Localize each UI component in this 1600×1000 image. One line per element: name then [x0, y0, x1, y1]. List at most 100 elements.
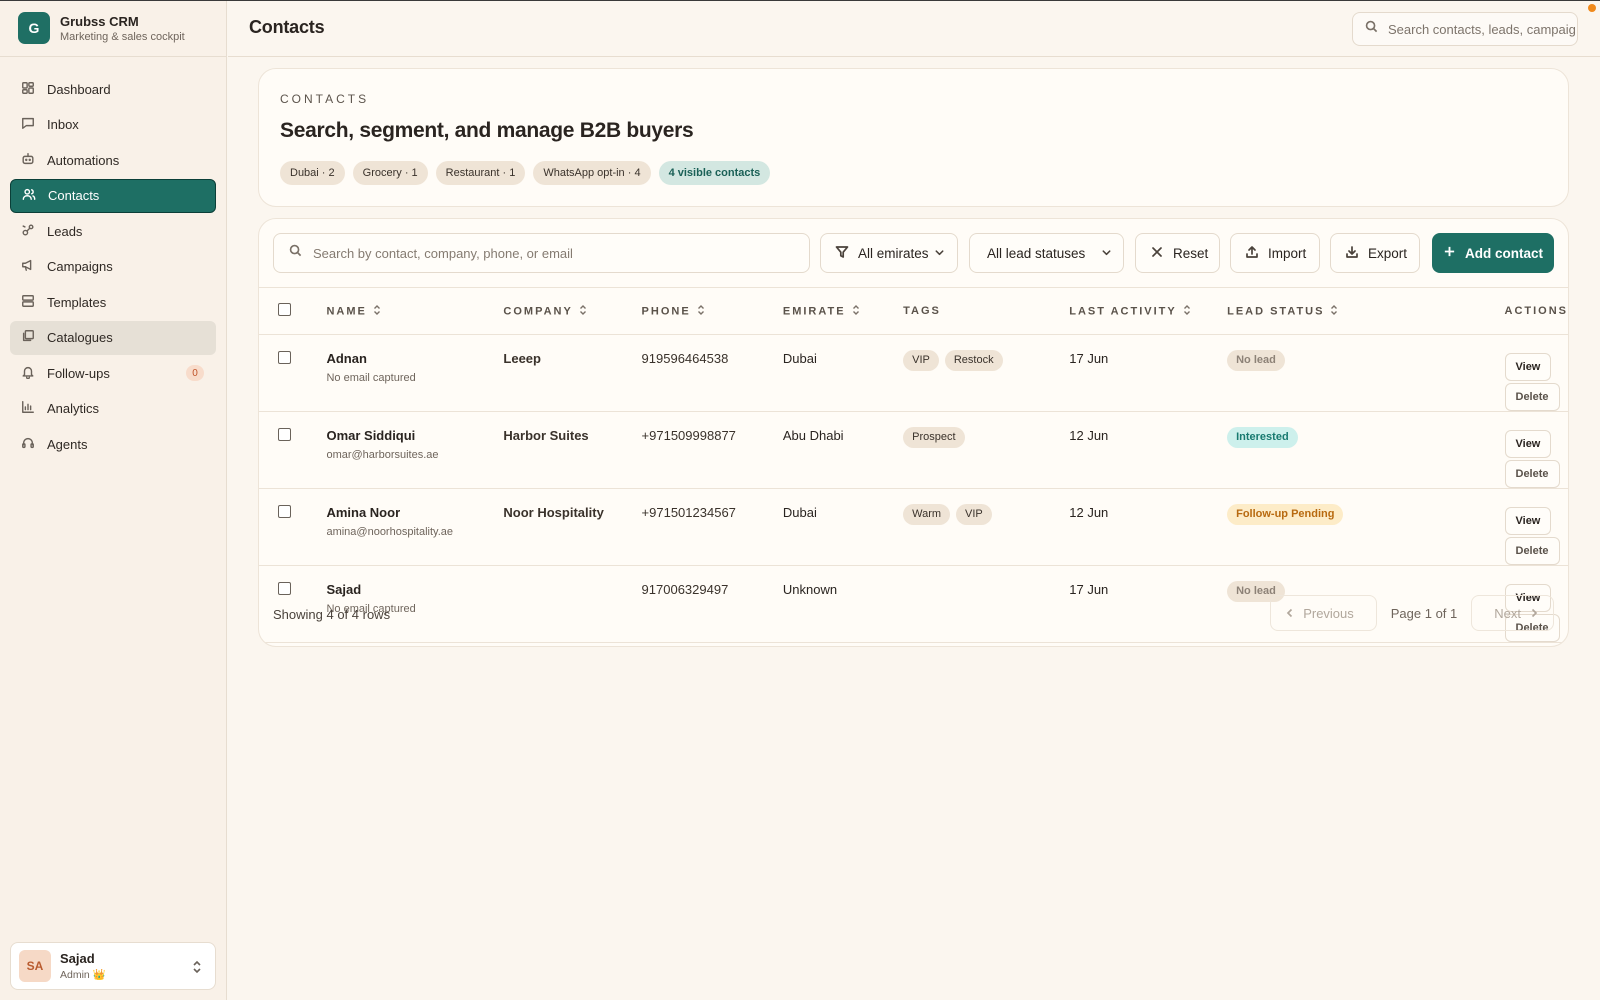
segment-chip[interactable]: Dubai · 2 — [280, 161, 345, 185]
header-label: ACTIONS — [1504, 305, 1568, 317]
import-button[interactable]: Import — [1230, 233, 1320, 273]
row-count-text: Showing 4 of 4 rows — [273, 607, 391, 622]
row-checkbox[interactable] — [278, 351, 291, 364]
reset-button[interactable]: Reset — [1135, 233, 1220, 273]
column-header-last-activity[interactable]: LAST ACTIVITY — [1069, 288, 1227, 335]
chevron-up-down-icon — [191, 959, 203, 980]
column-header-company[interactable]: COMPANY — [503, 288, 641, 335]
previous-page-button[interactable]: Previous — [1270, 595, 1377, 631]
segment-chip[interactable]: WhatsApp opt-in · 4 — [533, 161, 651, 185]
select-all-checkbox[interactable] — [278, 303, 291, 316]
sidebar-item-label: Automations — [47, 152, 120, 168]
add-contact-button[interactable]: Add contact — [1432, 233, 1554, 273]
topbar: Contacts — [228, 0, 1600, 57]
sidebar-item-label: Leads — [47, 223, 83, 239]
delete-button[interactable]: Delete — [1504, 537, 1560, 565]
sidebar-item-label: Campaigns — [47, 259, 113, 274]
global-search[interactable] — [1352, 12, 1578, 46]
contact-email: omar@harborsuites.ae — [326, 449, 439, 461]
tag-badge: Prospect — [903, 427, 965, 448]
upload-icon — [1245, 245, 1259, 262]
sidebar-item-agents[interactable]: Agents — [10, 427, 216, 461]
delete-button[interactable]: Delete — [1504, 460, 1560, 488]
export-button[interactable]: Export — [1330, 233, 1420, 273]
sidebar-item-analytics[interactable]: Analytics — [10, 392, 216, 426]
table-row[interactable]: Adnan No email captured Leeep 91959646453… — [259, 335, 1568, 412]
lead-status-badge: No lead — [1227, 350, 1285, 371]
sort-icon — [373, 304, 381, 318]
sidebar-item-catalogues[interactable]: Catalogues — [10, 320, 216, 355]
column-header-tags: TAGS — [903, 288, 1069, 335]
delete-button[interactable]: Delete — [1504, 383, 1560, 411]
segment-chip[interactable]: Restaurant · 1 — [435, 161, 526, 185]
visible-count-chip: 4 visible contacts — [658, 161, 771, 185]
users-icon — [22, 187, 36, 204]
sidebar-item-dashboard[interactable]: Dashboard — [10, 72, 216, 106]
brand-logo: G — [18, 12, 50, 44]
chevron-down-icon — [934, 246, 945, 261]
last-activity: 17 Jun — [1069, 351, 1109, 366]
sidebar-item-templates[interactable]: Templates — [10, 285, 216, 319]
search-icon — [1365, 20, 1378, 38]
lead-status-badge: Follow-up Pending — [1227, 504, 1344, 525]
search-icon — [289, 244, 302, 262]
import-label: Import — [1268, 245, 1307, 261]
brand[interactable]: G Grubss CRM Marketing & sales cockpit — [0, 0, 226, 57]
notification-dot — [1588, 4, 1596, 12]
sidebar-item-automations[interactable]: Automations — [10, 143, 216, 177]
sidebar-item-label: Catalogues — [47, 330, 113, 345]
contact-emirate: Abu Dhabi — [782, 428, 844, 443]
sidebar-item-campaigns[interactable]: Campaigns — [10, 250, 216, 284]
tag-badge: Restock — [944, 350, 1003, 371]
segment-chip[interactable]: Grocery · 1 — [352, 161, 428, 185]
column-header-emirate[interactable]: EMIRATE — [783, 288, 903, 335]
tag-badge: Warm — [903, 504, 951, 525]
next-page-button[interactable]: Next — [1471, 595, 1554, 631]
contact-company: Noor Hospitality — [503, 505, 604, 520]
contact-name[interactable]: Amina Noor — [326, 505, 503, 520]
contact-name[interactable]: Adnan — [326, 351, 503, 366]
bot-icon — [21, 152, 35, 169]
view-button[interactable]: View — [1504, 430, 1552, 458]
sidebar: G Grubss CRM Marketing & sales cockpit D… — [0, 0, 227, 1000]
user-menu[interactable]: SA Sajad Admin 👑 — [10, 942, 216, 990]
emirate-filter-dropdown[interactable]: All emirates — [820, 233, 958, 273]
close-icon — [1150, 245, 1164, 262]
header-label: LAST ACTIVITY — [1069, 304, 1177, 317]
row-checkbox[interactable] — [278, 582, 291, 595]
contact-search[interactable] — [273, 233, 810, 273]
column-header-lead-status[interactable]: LEAD STATUS — [1227, 288, 1504, 335]
global-search-input[interactable] — [1388, 21, 1577, 37]
table-header-row: NAME COMPANY PHONE EMIRATE TAGS LAST ACT… — [259, 287, 1569, 335]
sidebar-item-contacts[interactable]: Contacts — [10, 178, 216, 213]
chevron-down-icon — [1101, 246, 1112, 261]
sidebar-item-follow-ups[interactable]: Follow-ups 0 — [10, 356, 216, 390]
row-checkbox[interactable] — [278, 505, 291, 518]
sidebar-item-leads[interactable]: Leads — [10, 214, 216, 248]
contact-company: Leeep — [503, 351, 541, 366]
sidebar-nav: Dashboard Inbox Automations Contacts Lea… — [0, 57, 226, 461]
contacts-header-card: CONTACTS Search, segment, and manage B2B… — [258, 68, 1569, 207]
column-header-name[interactable]: NAME — [326, 288, 503, 335]
column-header-actions: ACTIONS — [1505, 288, 1569, 335]
column-header-phone[interactable]: PHONE — [642, 288, 783, 335]
contacts-table-card: All emirates All lead statuses Reset Imp… — [258, 218, 1569, 647]
sort-icon — [697, 304, 705, 318]
avatar: SA — [19, 950, 51, 982]
contact-name[interactable]: Omar Siddiqui — [326, 428, 503, 443]
header-label: NAME — [326, 304, 367, 317]
view-button[interactable]: View — [1504, 353, 1552, 381]
sidebar-item-label: Follow-ups — [47, 365, 110, 381]
sidebar-item-inbox[interactable]: Inbox — [10, 108, 216, 142]
sort-icon — [579, 304, 587, 318]
reset-label: Reset — [1173, 245, 1209, 261]
table-row[interactable]: Amina Noor amina@noorhospitality.ae Noor … — [259, 489, 1568, 566]
table-row[interactable]: Omar Siddiqui omar@harborsuites.ae Harbor… — [259, 412, 1568, 489]
view-button[interactable]: View — [1504, 507, 1552, 535]
pagination: Previous Page 1 of 1 Next — [1270, 595, 1554, 631]
filter-icon — [835, 245, 849, 262]
row-checkbox[interactable] — [278, 428, 291, 441]
contact-search-input[interactable] — [313, 245, 793, 261]
app-subtitle: Marketing & sales cockpit — [60, 30, 185, 43]
lead-status-filter-dropdown[interactable]: All lead statuses — [969, 233, 1124, 273]
